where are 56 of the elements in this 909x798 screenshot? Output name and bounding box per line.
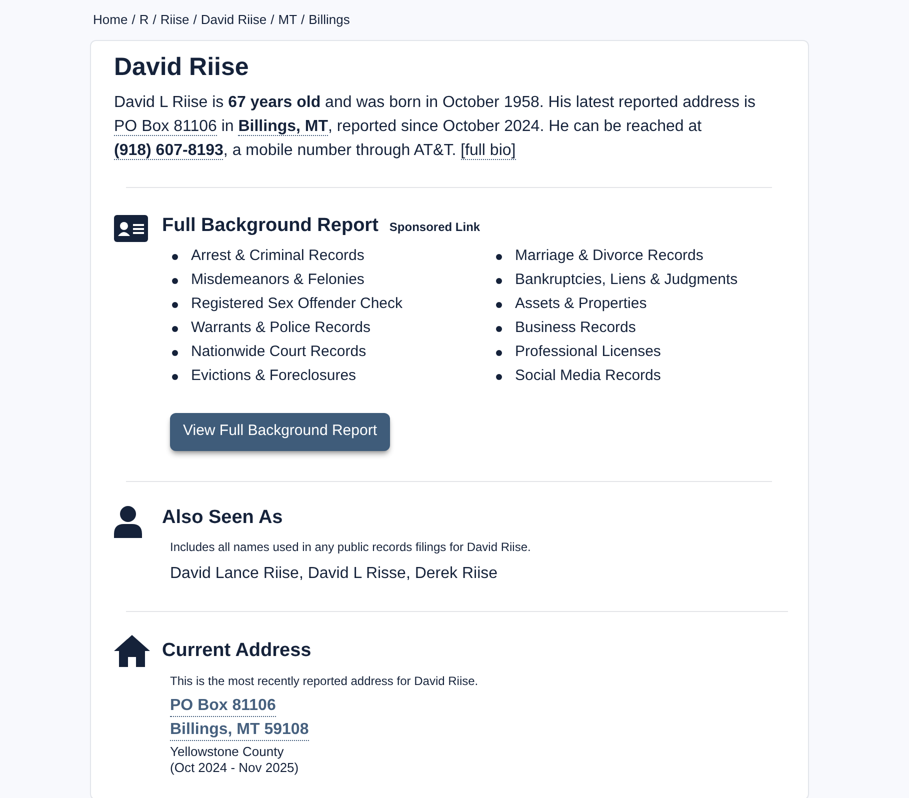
section-title: Current Address (162, 639, 312, 663)
bullet-icon (496, 326, 502, 332)
bullet-icon (496, 302, 502, 308)
record-type-item: Evictions & Foreclosures (191, 366, 356, 386)
record-type-item: Nationwide Court Records (191, 342, 366, 362)
breadcrumb-separator: / (152, 11, 156, 30)
bullet-icon (496, 350, 502, 356)
breadcrumb-separator: / (301, 11, 305, 30)
city-address-link[interactable]: Billings, MT 59108 (170, 720, 309, 740)
breadcrumb-link[interactable]: Riise (160, 10, 190, 30)
inline-link[interactable]: (918) 607-8193 (114, 142, 224, 160)
person-icon (114, 506, 142, 538)
record-type-item: Business Records (515, 318, 636, 338)
bullet-icon (172, 374, 178, 380)
county-text: Yellowstone County (170, 744, 284, 760)
record-type-item: Assets & Properties (515, 294, 647, 314)
bullet-icon (496, 254, 502, 260)
date-range-text: (Oct 2024 - Nov 2025) (170, 760, 299, 776)
home-icon (114, 635, 150, 667)
record-type-item: Bankruptcies, Liens & Judgments (515, 270, 738, 290)
record-type-item: Warrants & Police Records (191, 318, 371, 338)
person-name: David Riise (114, 52, 250, 83)
bullet-icon (172, 326, 178, 332)
record-type-item: Registered Sex Offender Check (191, 294, 403, 314)
alias-names: David Lance Riise, David L Risse, Derek Riise (170, 564, 499, 584)
record-type-item: Social Media Records (515, 366, 661, 386)
breadcrumb-separator: / (132, 11, 136, 30)
breadcrumb-link[interactable]: R (139, 10, 149, 30)
sponsored-label: Sponsored Link (389, 219, 480, 236)
breadcrumb-separator: / (193, 11, 197, 30)
view-report-button[interactable]: View Full Background Report (170, 412, 390, 450)
section-title: Also Seen As (162, 506, 284, 530)
street-address-link[interactable]: PO Box 81106 (170, 696, 276, 716)
breadcrumb-separator: / (270, 11, 274, 30)
bullet-icon (172, 302, 178, 308)
record-type-item: Arrest & Criminal Records (191, 246, 364, 266)
id-card-icon (114, 215, 148, 242)
bullet-icon (496, 278, 502, 284)
inline-link[interactable]: PO Box 81106 (114, 118, 217, 136)
section-title: Full Background Report (162, 214, 378, 238)
bullet-icon (172, 278, 178, 284)
record-type-item: Misdemeanors & Felonies (191, 270, 364, 290)
bullet-icon (172, 350, 178, 356)
inline-link[interactable]: Billings, MT (238, 118, 328, 136)
section-description: This is the most recently reported address for David Riise. (170, 672, 478, 690)
bio-paragraph: David L Riise is 67 years old and was born in October 1958. His latest reported address is PO Box 81106 in Billings, MT, reported since October 2024. He can be reached at (918) 607-8193, a mobile number through AT&T. [full bio] (114, 93, 757, 162)
record-type-item: Marriage & Divorce Records (515, 246, 704, 266)
section-description: Includes all names used in any public records filings for David Riise. (170, 539, 531, 556)
breadcrumb-link[interactable]: David Riise (200, 10, 267, 30)
breadcrumb-link[interactable]: MT (278, 10, 298, 30)
breadcrumb-link[interactable]: Billings (308, 10, 350, 30)
inline-link[interactable]: [full bio] (460, 142, 516, 160)
record-type-item: Professional Licenses (515, 342, 661, 362)
bullet-icon (496, 374, 502, 380)
bullet-icon (172, 254, 178, 260)
breadcrumb-link[interactable]: Home (93, 10, 128, 30)
